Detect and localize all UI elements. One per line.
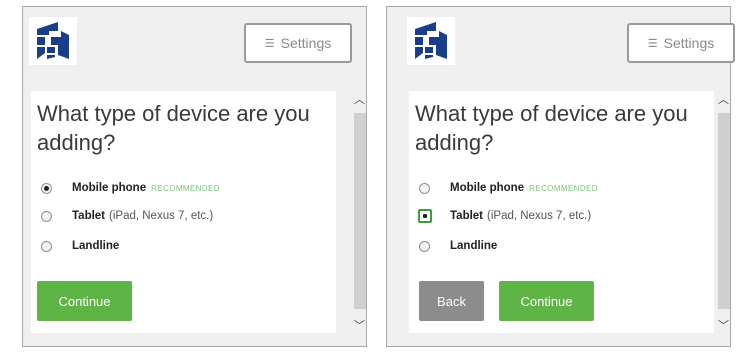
radio-mobile-phone[interactable]	[419, 182, 430, 194]
logo	[407, 17, 455, 65]
question-heading: What type of device are you adding?	[415, 101, 688, 155]
option-label: Mobile phone	[72, 182, 147, 194]
menu-icon: ☰	[647, 37, 658, 50]
radio-mobile-phone[interactable]	[41, 182, 52, 194]
radio-tablet[interactable]	[418, 209, 432, 223]
option-hint: (iPad, Nexus 7, etc.)	[109, 210, 214, 222]
option-label: Tablet	[450, 210, 484, 222]
chevron-up-icon[interactable]: ︿	[352, 91, 367, 107]
device-type-card: What type of device are you adding? Mobi…	[31, 91, 336, 333]
duo-logo-icon	[415, 22, 447, 59]
option-mobile-phone[interactable]: Mobile phone RECOMMENDED	[41, 178, 220, 198]
continue-button[interactable]: Continue	[499, 281, 594, 321]
option-label: Mobile phone	[450, 182, 525, 194]
chevron-up-icon[interactable]: ︿	[716, 91, 731, 107]
chevron-down-icon[interactable]: ﹀	[716, 317, 731, 333]
option-landline[interactable]: Landline	[41, 236, 119, 256]
radio-landline[interactable]	[41, 240, 52, 252]
scrollbar-thumb[interactable]	[718, 113, 730, 309]
scrollbar[interactable]: ︿ ﹀	[352, 91, 367, 333]
option-tablet[interactable]: Tablet (iPad, Nexus 7, etc.)	[41, 206, 213, 226]
radio-tablet[interactable]	[41, 210, 52, 222]
option-label: Landline	[72, 240, 120, 252]
scrollbar-thumb[interactable]	[354, 113, 366, 309]
settings-button[interactable]: ☰ Settings	[244, 23, 352, 63]
enrollment-panel-step-1: ☰ Settings What type of device are you a…	[22, 6, 367, 347]
option-mobile-phone[interactable]: Mobile phone RECOMMENDED	[419, 178, 598, 198]
question-heading: What type of device are you adding?	[37, 101, 310, 155]
option-tablet[interactable]: Tablet (iPad, Nexus 7, etc.)	[418, 206, 592, 226]
enrollment-panel-step-2: ☰ Settings What type of device are you a…	[386, 6, 735, 347]
recommended-badge: RECOMMENDED	[529, 183, 598, 193]
scrollbar[interactable]: ︿ ﹀	[716, 91, 731, 333]
option-label: Tablet	[72, 210, 106, 222]
option-hint: (iPad, Nexus 7, etc.)	[487, 210, 592, 222]
option-landline[interactable]: Landline	[419, 236, 497, 256]
device-type-card: What type of device are you adding? Mobi…	[409, 91, 714, 333]
duo-logo-icon	[37, 22, 69, 59]
chevron-down-icon[interactable]: ﹀	[352, 317, 367, 333]
settings-button[interactable]: ☰ Settings	[627, 23, 735, 63]
radio-landline[interactable]	[419, 240, 430, 252]
continue-button[interactable]: Continue	[37, 281, 132, 321]
settings-label: Settings	[663, 35, 715, 51]
option-label: Landline	[450, 240, 498, 252]
back-button[interactable]: Back	[419, 281, 484, 321]
menu-icon: ☰	[264, 37, 275, 50]
recommended-badge: RECOMMENDED	[151, 183, 220, 193]
settings-label: Settings	[280, 35, 332, 51]
logo	[29, 17, 77, 65]
